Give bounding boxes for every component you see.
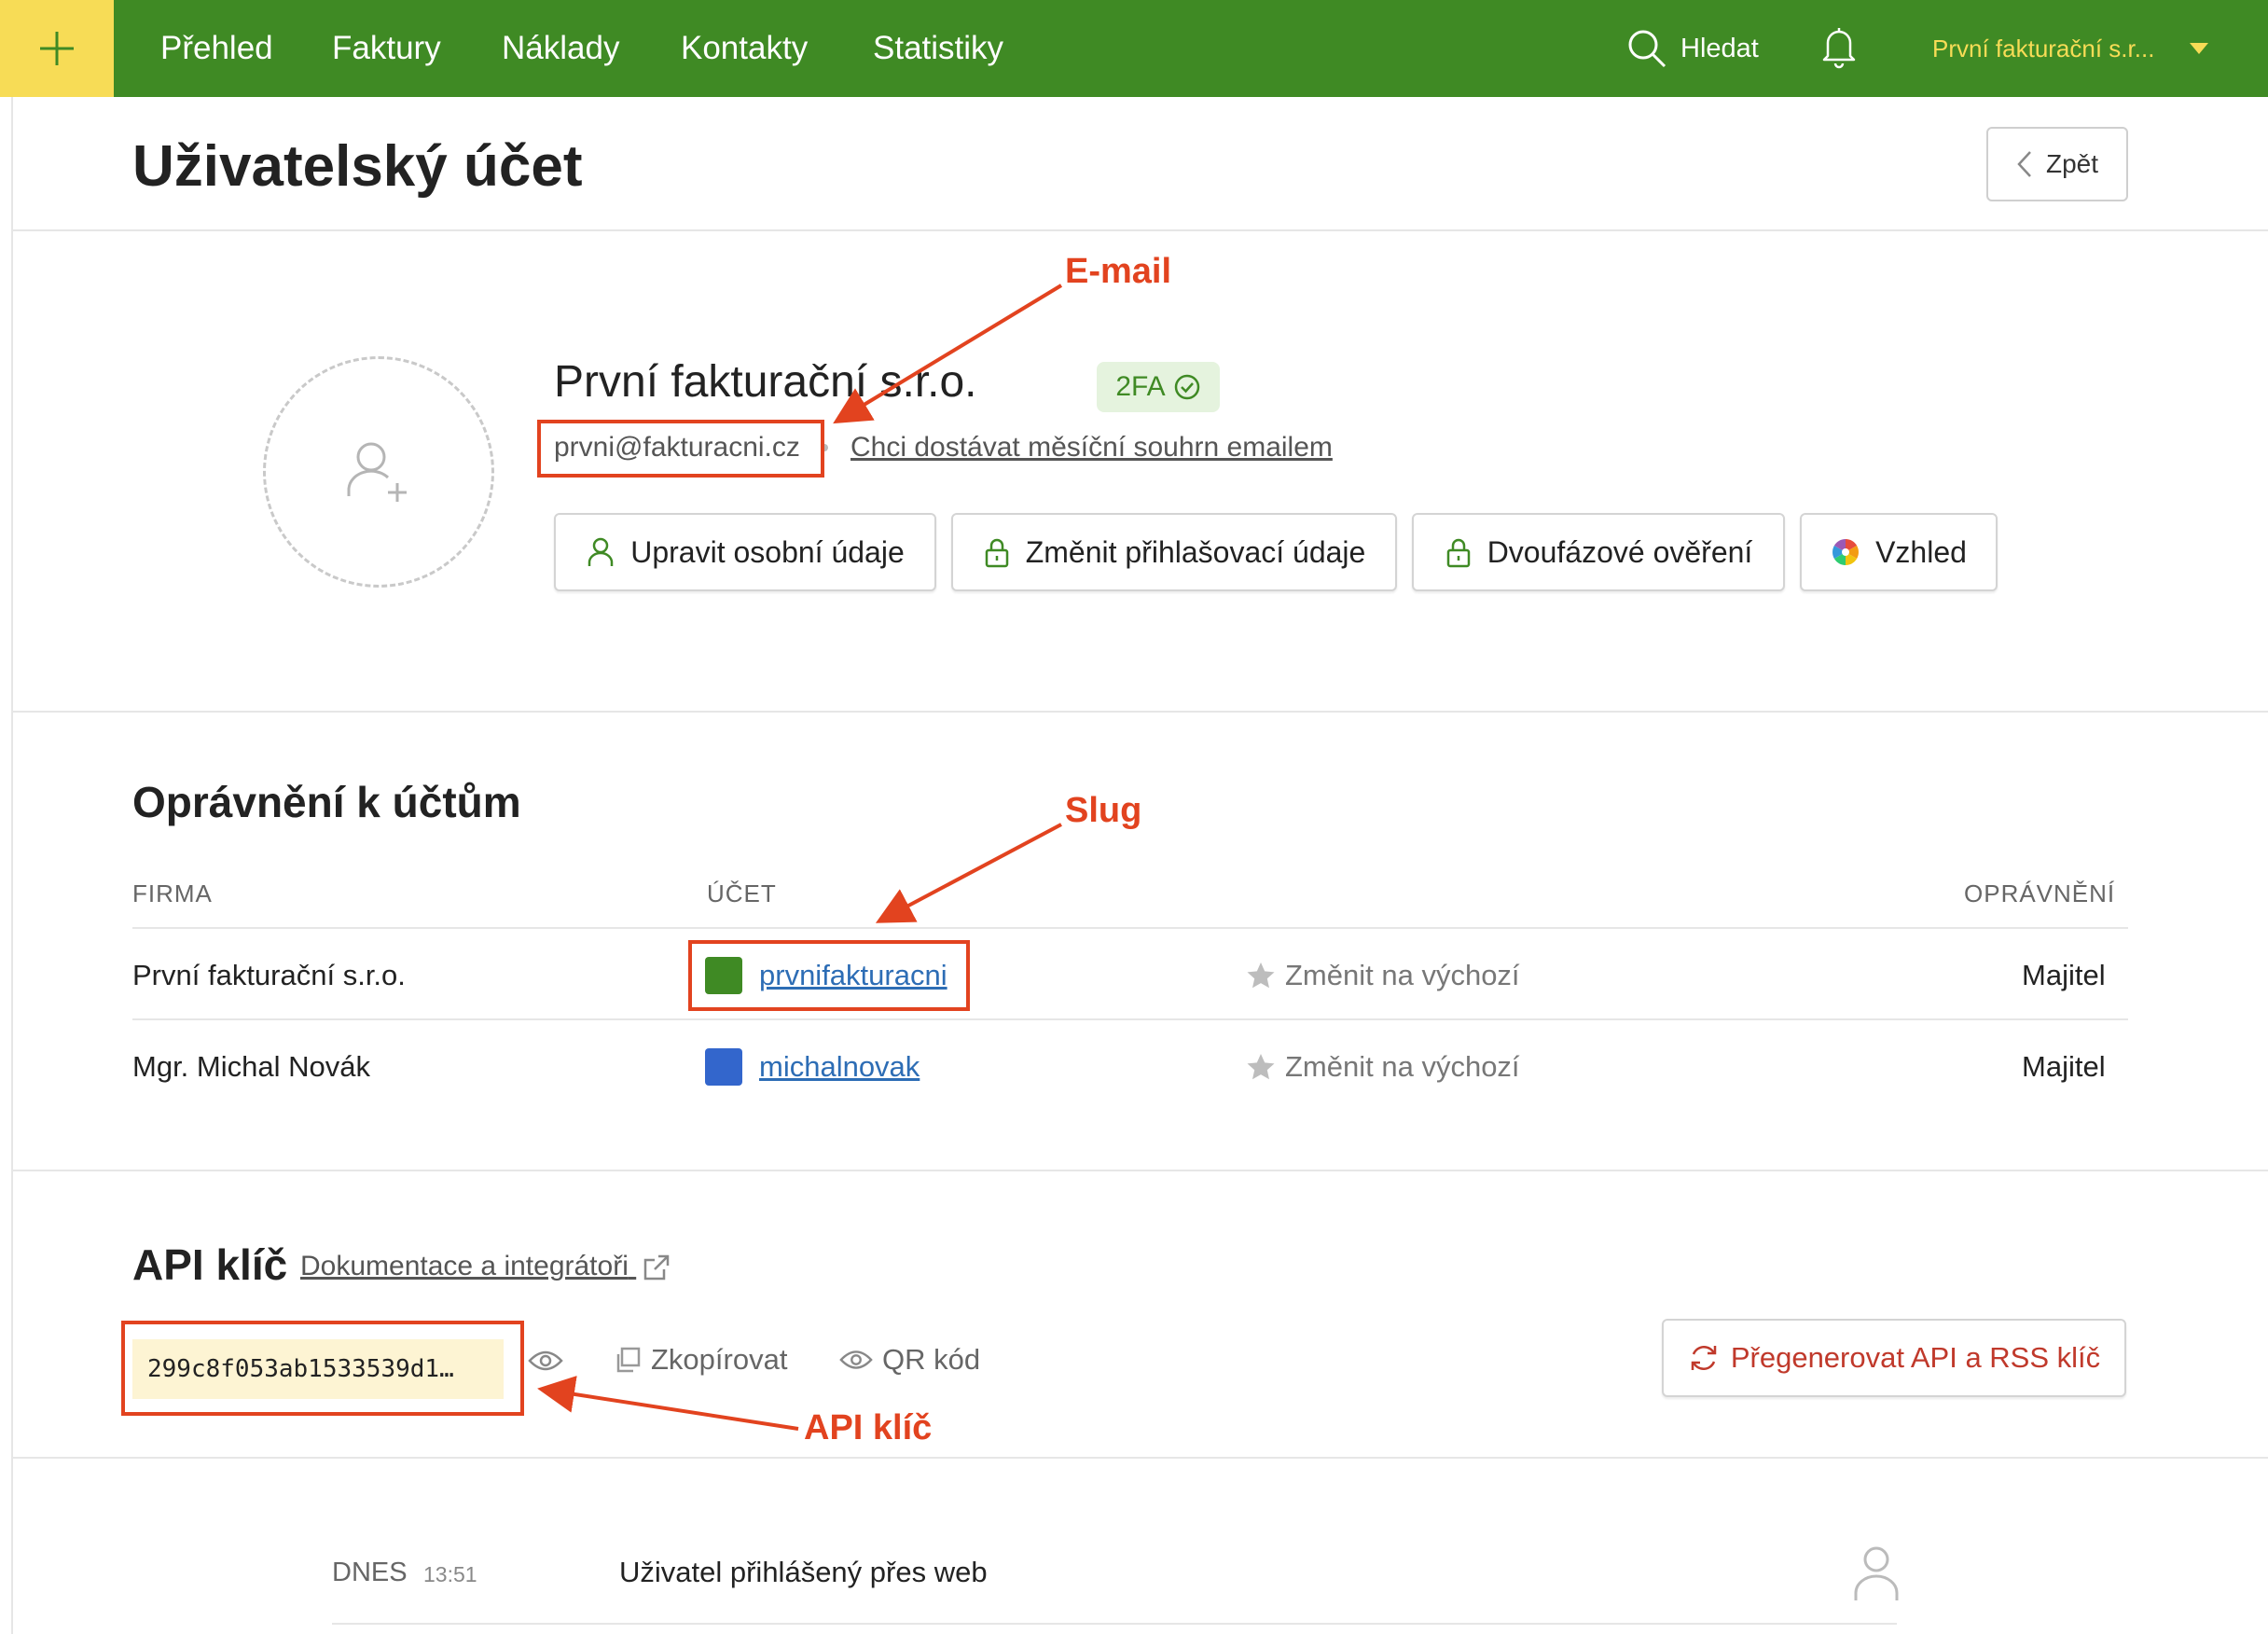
- annotation-label-api-key: API klíč: [804, 1408, 933, 1447]
- api-key-title: API klíč: [132, 1240, 288, 1289]
- eye-icon: [528, 1350, 563, 1371]
- back-button[interactable]: Zpět: [1986, 127, 2128, 201]
- star-icon: [1247, 1054, 1275, 1080]
- two-factor-auth-button[interactable]: Dvoufázové ověření: [1412, 513, 1785, 591]
- qr-code-label: QR kód: [882, 1343, 981, 1376]
- create-new-button[interactable]: [0, 0, 114, 97]
- table-cell-firm: Mgr. Michal Novák: [132, 1050, 370, 1083]
- star-icon: [1247, 962, 1275, 989]
- annotation-box-email: [537, 420, 824, 478]
- table-cell-permission: Majitel: [2022, 1050, 2106, 1083]
- nav-item-naklady[interactable]: Náklady: [502, 24, 619, 73]
- notifications-button[interactable]: [1820, 22, 1867, 75]
- external-link-icon: [643, 1254, 670, 1281]
- nav-item-faktury[interactable]: Faktury: [332, 24, 441, 73]
- copy-key-label: Zkopírovat: [651, 1343, 788, 1376]
- search-icon: [1628, 30, 1666, 68]
- regenerate-api-key-button[interactable]: Přegenerovat API a RSS klíč: [1662, 1319, 2126, 1397]
- divider: [11, 1457, 2268, 1459]
- monthly-summary-link[interactable]: Chci dostávat měsíční souhrn emailem: [850, 429, 1333, 466]
- lock-icon: [985, 538, 1008, 568]
- table-cell-permission: Majitel: [2022, 959, 2106, 991]
- activity-day: DNES: [332, 1558, 408, 1587]
- search-button[interactable]: Hledat: [1626, 22, 1759, 75]
- table-cell-firm: První fakturační s.r.o.: [132, 959, 406, 991]
- edit-personal-info-label: Upravit osobní údaje: [630, 534, 905, 569]
- qr-code-button[interactable]: QR kód: [839, 1341, 980, 1378]
- annotation-label-slug: Slug: [1065, 791, 1142, 830]
- account-slug: michalnovak: [705, 1048, 920, 1086]
- set-default-button[interactable]: Změnit na výchozí: [1246, 957, 1520, 994]
- back-label: Zpět: [2045, 149, 2099, 178]
- table-divider: [132, 1018, 2128, 1020]
- appearance-label: Vzhled: [1875, 534, 1967, 569]
- show-key-button[interactable]: [528, 1349, 563, 1373]
- set-default-button[interactable]: Změnit na výchozí: [1246, 1048, 1520, 1086]
- two-factor-auth-label: Dvoufázové ověření: [1487, 534, 1753, 569]
- edit-personal-info-button[interactable]: Upravit osobní údaje: [554, 513, 936, 591]
- add-user-icon: [347, 442, 407, 502]
- divider: [11, 229, 2268, 231]
- nav-item-statistiky[interactable]: Statistiky: [873, 24, 1003, 73]
- check-circle-icon: [1174, 374, 1199, 400]
- refresh-icon: [1691, 1346, 1717, 1370]
- avatar-upload[interactable]: [263, 356, 494, 588]
- column-header-account: ÚČET: [707, 879, 777, 907]
- activity-text: Uživatel přihlášený přes web: [619, 1556, 988, 1588]
- change-login-button[interactable]: Změnit přihlašovací údaje: [951, 513, 1397, 591]
- plus-icon: [40, 32, 74, 65]
- regenerate-label: Přegenerovat API a RSS klíč: [1730, 1341, 2101, 1374]
- table-divider: [132, 927, 2128, 929]
- nav-item-prehled[interactable]: Přehled: [160, 24, 273, 73]
- account-name: První fakturační s.r...: [1932, 34, 2155, 62]
- top-navigation-bar: Přehled Faktury Náklady Kontakty Statist…: [0, 0, 2268, 97]
- user-icon: [588, 537, 614, 566]
- column-header-permission: OPRÁVNĚNÍ: [1964, 879, 2116, 907]
- api-docs-label: Dokumentace a integrátoři: [300, 1251, 629, 1281]
- account-switcher[interactable]: První fakturační s.r...: [1932, 22, 2210, 75]
- set-default-label: Změnit na výchozí: [1285, 1050, 1520, 1083]
- company-name: První fakturační s.r.o.: [554, 357, 977, 407]
- account-color-swatch: [705, 1048, 742, 1086]
- appearance-button[interactable]: Vzhled: [1800, 513, 1998, 591]
- divider: [11, 711, 2268, 713]
- column-header-firm: FIRMA: [132, 879, 213, 907]
- two-factor-label: 2FA: [1115, 371, 1166, 402]
- annotation-box-api-key: [121, 1321, 524, 1416]
- color-wheel-icon: [1832, 539, 1860, 565]
- annotation-box-slug: [688, 940, 970, 1011]
- copy-icon: [616, 1347, 641, 1373]
- account-slug-link[interactable]: michalnovak: [759, 1048, 920, 1086]
- copy-key-button[interactable]: Zkopírovat: [614, 1341, 787, 1378]
- permissions-title: Oprávnění k účtům: [132, 778, 521, 826]
- bell-icon: [1822, 28, 1856, 69]
- chevron-left-icon: [2017, 151, 2031, 177]
- page-title: Uživatelský účet: [132, 134, 583, 199]
- user-icon: [1854, 1546, 1899, 1600]
- eye-icon: [839, 1350, 873, 1369]
- lock-icon: [1446, 538, 1470, 568]
- annotation-label-email: E-mail: [1065, 252, 1172, 291]
- change-login-label: Změnit přihlašovací údaje: [1025, 534, 1366, 569]
- divider: [11, 1170, 2268, 1171]
- activity-divider: [332, 1623, 1897, 1625]
- search-label: Hledat: [1680, 33, 1759, 63]
- caret-down-icon: [2190, 43, 2209, 54]
- two-factor-badge: 2FA: [1097, 362, 1220, 412]
- set-default-label: Změnit na výchozí: [1285, 959, 1520, 991]
- api-docs-link[interactable]: Dokumentace a integrátoři: [300, 1248, 671, 1285]
- nav-item-kontakty[interactable]: Kontakty: [681, 24, 808, 73]
- activity-time: 13:51: [423, 1562, 477, 1586]
